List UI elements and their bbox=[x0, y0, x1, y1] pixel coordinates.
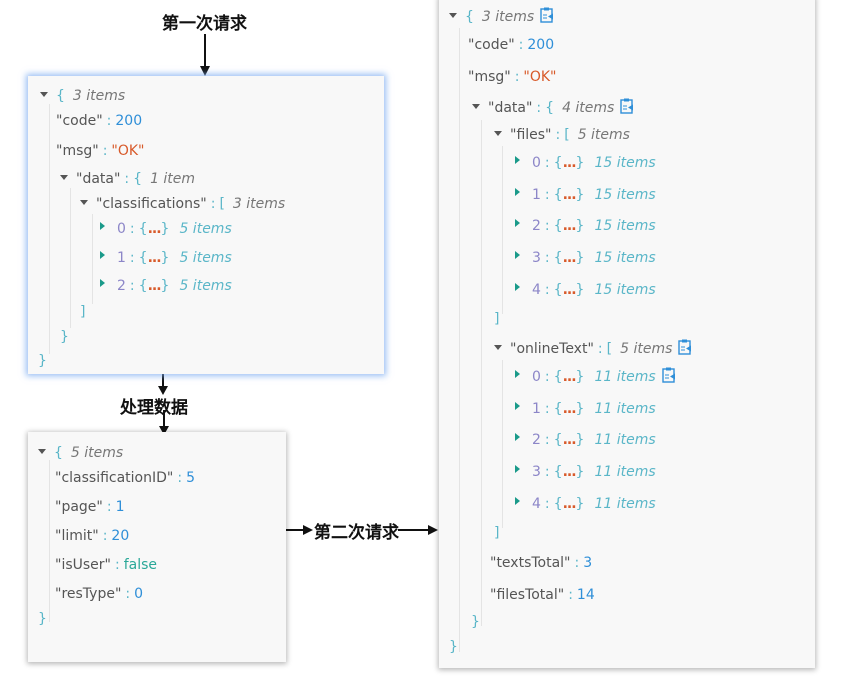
expand-toggle-icon[interactable] bbox=[515, 433, 520, 441]
json-field-msg: "msg": "OK" bbox=[56, 143, 145, 159]
expand-toggle-icon[interactable] bbox=[515, 156, 520, 164]
root-close-brace: } bbox=[38, 611, 47, 627]
json-collapsed-item[interactable]: 1: {...} 11 items bbox=[515, 400, 656, 418]
expand-toggle-icon[interactable] bbox=[515, 283, 520, 291]
json-collapsed-item[interactable]: 4: {...} 11 items bbox=[515, 495, 656, 513]
collapse-toggle-icon[interactable] bbox=[472, 103, 480, 109]
expand-toggle-icon[interactable] bbox=[515, 219, 520, 227]
collapse-toggle-icon[interactable] bbox=[60, 174, 68, 180]
object-close-brace: } bbox=[471, 614, 480, 630]
json-viewer-first-response: {3 items "code":200 "msg": "OK" "data":{1… bbox=[28, 76, 384, 374]
json-field-isUser: "isUser": false bbox=[55, 557, 158, 573]
json-node-data[interactable]: "data":{4 items bbox=[472, 98, 634, 117]
root-close-brace: } bbox=[38, 353, 47, 369]
json-collapsed-item[interactable]: 0: {...} 5 items bbox=[100, 220, 232, 238]
collapse-toggle-icon[interactable] bbox=[449, 12, 457, 18]
json-collapsed-item[interactable]: 2: {...} 5 items bbox=[100, 277, 232, 295]
array-close-bracket: ] bbox=[80, 304, 86, 320]
json-field-filesTotal: "filesTotal":14 bbox=[490, 587, 595, 603]
json-field-resType: "resType":0 bbox=[55, 586, 144, 602]
copy-clipboard-icon[interactable] bbox=[620, 98, 634, 114]
json-collapsed-item[interactable]: 1: {...} 5 items bbox=[100, 249, 232, 267]
collapse-toggle-icon[interactable] bbox=[494, 130, 502, 136]
json-field-textsTotal: "textsTotal":3 bbox=[490, 555, 593, 571]
json-node-files[interactable]: "files":[5 items bbox=[494, 126, 630, 144]
object-close-brace: } bbox=[60, 329, 69, 345]
copy-clipboard-icon[interactable] bbox=[661, 367, 676, 383]
json-field-limit: "limit":20 bbox=[55, 528, 130, 544]
json-collapsed-item[interactable]: 1: {...} 15 items bbox=[515, 186, 656, 204]
json-viewer-second-response: {3 items "code":200 "msg": "OK" "data":{4… bbox=[439, 0, 815, 668]
expand-toggle-icon[interactable] bbox=[515, 188, 520, 196]
json-root-node[interactable]: {3 items bbox=[40, 87, 125, 105]
expand-toggle-icon[interactable] bbox=[100, 279, 105, 287]
second-request-label: 第二次请求 bbox=[314, 523, 399, 543]
collapse-toggle-icon[interactable] bbox=[38, 448, 46, 454]
arrow-right-icon bbox=[398, 525, 438, 535]
expand-toggle-icon[interactable] bbox=[515, 370, 520, 378]
arrow-down-icon bbox=[200, 34, 210, 76]
expand-toggle-icon[interactable] bbox=[515, 497, 520, 505]
json-collapsed-item[interactable]: 2: {...} 11 items bbox=[515, 431, 656, 449]
json-collapsed-item[interactable]: 2: {...} 15 items bbox=[515, 217, 656, 235]
json-collapsed-item[interactable]: 3: {...} 15 items bbox=[515, 249, 656, 267]
json-root-node[interactable]: {5 items bbox=[38, 444, 123, 462]
collapse-toggle-icon[interactable] bbox=[40, 91, 48, 97]
json-collapsed-item[interactable]: 3: {...} 11 items bbox=[515, 463, 656, 481]
json-field-classificationID: "classificationID":5 bbox=[55, 470, 195, 486]
copy-clipboard-icon[interactable] bbox=[678, 339, 692, 355]
array-close-bracket: ] bbox=[494, 525, 500, 541]
expand-toggle-icon[interactable] bbox=[515, 402, 520, 410]
json-field-code: "code":200 bbox=[56, 113, 143, 129]
json-field-code: "code":200 bbox=[468, 37, 555, 53]
json-collapsed-item[interactable]: 0: {...} 11 items bbox=[515, 367, 676, 386]
item-count: 3 items bbox=[72, 88, 126, 104]
json-node-onlineText[interactable]: "onlineText":[5 items bbox=[494, 339, 692, 358]
first-request-label: 第一次请求 bbox=[162, 14, 247, 34]
json-root-node[interactable]: {3 items bbox=[449, 7, 554, 26]
expand-toggle-icon[interactable] bbox=[515, 465, 520, 473]
json-viewer-processed-params: {5 items "classificationID":5 "page":1 "… bbox=[28, 432, 286, 662]
collapse-toggle-icon[interactable] bbox=[494, 344, 502, 350]
expand-toggle-icon[interactable] bbox=[515, 251, 520, 259]
expand-toggle-icon[interactable] bbox=[100, 251, 105, 259]
json-collapsed-item[interactable]: 0: {...} 15 items bbox=[515, 154, 656, 172]
json-collapsed-item[interactable]: 4: {...} 15 items bbox=[515, 281, 656, 299]
arrow-right-icon bbox=[283, 525, 313, 535]
array-close-bracket: ] bbox=[494, 311, 500, 327]
root-close-brace: } bbox=[449, 639, 458, 655]
json-node-data[interactable]: "data":{1 item bbox=[60, 170, 195, 188]
json-field-msg: "msg": "OK" bbox=[468, 69, 557, 85]
json-node-classifications[interactable]: "classifications":[3 items bbox=[80, 195, 285, 213]
collapse-toggle-icon[interactable] bbox=[80, 199, 88, 205]
expand-toggle-icon[interactable] bbox=[100, 222, 105, 230]
copy-clipboard-icon[interactable] bbox=[540, 7, 554, 23]
process-data-label: 处理数据 bbox=[120, 398, 188, 418]
json-field-page: "page":1 bbox=[55, 499, 125, 515]
